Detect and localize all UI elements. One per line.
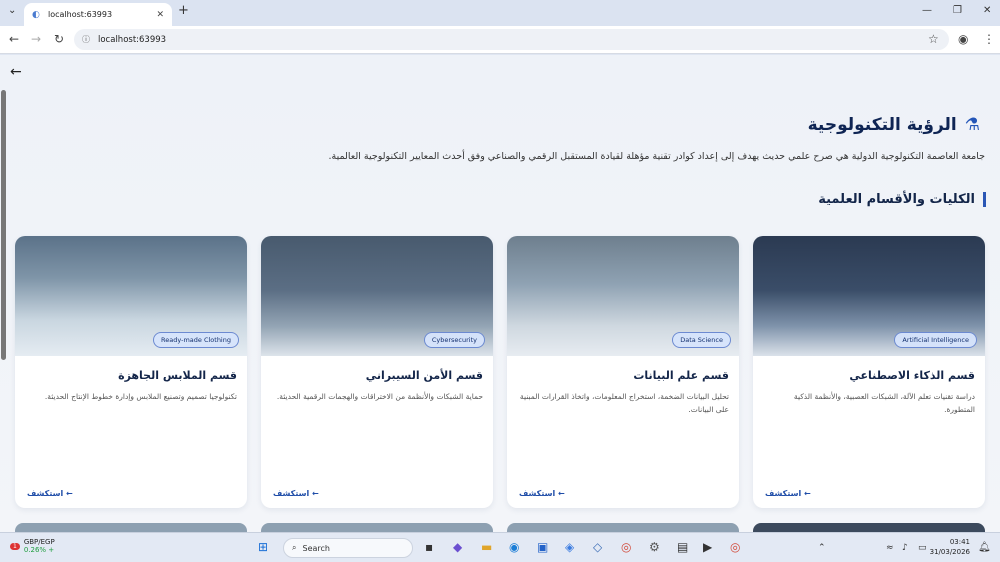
tab-list-icon[interactable]: ⌄ xyxy=(8,5,16,16)
browser-tab[interactable]: ◐ localhost:63993 ✕ xyxy=(24,3,172,26)
card-badge: Cybersecurity xyxy=(423,332,485,348)
card-title: قسم الذكاء الاصطناعي xyxy=(849,369,975,382)
minimize-icon[interactable]: — xyxy=(922,5,932,16)
card-text: تكنولوجيا تصميم وتصنيع الملابس وإدارة خط… xyxy=(44,392,237,401)
card-cybersecurity[interactable]: Cybersecurity قسم الأمن السيبراني حماية … xyxy=(261,236,493,508)
app-icon[interactable]: ◇ xyxy=(593,540,602,554)
menu-kebab-icon[interactable]: ⋮ xyxy=(983,32,995,46)
browser-toolbar: ← → ↻ ⓘ localhost:63993 ☆ ◉ ⋮ xyxy=(0,26,1000,54)
clock-date: 31/03/2026 xyxy=(929,548,970,556)
notifications-bell-icon[interactable]: 🔔︎ xyxy=(978,542,991,553)
browser-tabbar: ⌄ ◐ localhost:63993 ✕ + — ❐ ✕ xyxy=(0,0,1000,26)
wifi-icon[interactable]: ≈ xyxy=(886,543,894,553)
chrome-icon[interactable]: ◎ xyxy=(621,540,631,554)
media-player-icon[interactable]: ▶ xyxy=(703,540,712,554)
card-title: قسم الملابس الجاهزة xyxy=(118,369,237,382)
ticker-widget[interactable]: 1 GBP/EGP 0.26% + xyxy=(10,538,55,554)
vision-description: جامعة العاصمة التكنولوجية الدولية هي صرح… xyxy=(328,151,985,162)
explore-link[interactable]: استكشف ← xyxy=(519,489,565,498)
section-title: الكليات والأقسام العلمية xyxy=(818,192,986,207)
page-back-arrow-icon[interactable]: ← xyxy=(10,64,22,80)
address-text: localhost:63993 xyxy=(98,34,167,45)
chevron-up-icon[interactable]: ⌃ xyxy=(818,543,826,553)
copilot-icon[interactable]: ◆ xyxy=(453,540,462,554)
battery-icon[interactable]: ▭ xyxy=(918,543,927,553)
card-image: Cybersecurity xyxy=(261,236,493,356)
vision-header: ⚗ الرؤية التكنولوجية xyxy=(808,115,980,135)
file-explorer-icon[interactable]: ▬ xyxy=(481,540,492,554)
scrollbar-thumb[interactable] xyxy=(1,90,6,360)
vision-title: الرؤية التكنولوجية xyxy=(807,115,957,135)
clock-time: 03:41 xyxy=(949,538,970,546)
search-label: Search xyxy=(302,543,330,553)
app-icon[interactable]: ◈ xyxy=(565,540,574,554)
windows-start-icon[interactable]: ⊞ xyxy=(258,540,268,554)
terminal-icon[interactable]: ▤ xyxy=(677,540,688,554)
card-peek xyxy=(753,523,985,532)
chrome-active-icon[interactable]: ◎ xyxy=(730,540,740,554)
card-data-science[interactable]: Data Science قسم علم البيانات تحليل البي… xyxy=(507,236,739,508)
close-window-icon[interactable]: ✕ xyxy=(983,5,991,16)
card-text: حماية الشبكات والأنظمة من الاختراقات وال… xyxy=(276,392,483,401)
settings-gear-icon[interactable]: ⚙ xyxy=(649,540,660,554)
back-icon[interactable]: ← xyxy=(9,32,19,46)
task-view-icon[interactable]: ▪ xyxy=(425,540,433,554)
new-tab-icon[interactable]: + xyxy=(178,3,189,18)
explore-link[interactable]: استكشف ← xyxy=(273,489,319,498)
ticker-change: 0.26% + xyxy=(23,546,55,554)
address-bar[interactable]: ⓘ localhost:63993 xyxy=(74,29,949,50)
tab-title: localhost:63993 xyxy=(48,10,113,19)
card-image: Ready-made Clothing xyxy=(15,236,247,356)
maximize-icon[interactable]: ❐ xyxy=(953,5,962,16)
card-badge: Data Science xyxy=(672,332,731,348)
edge-icon[interactable]: ◉ xyxy=(509,540,519,554)
card-clothing[interactable]: Ready-made Clothing قسم الملابس الجاهزة … xyxy=(15,236,247,508)
search-icon: ⌕ xyxy=(292,543,297,552)
explore-link[interactable]: استكشف ← xyxy=(765,489,811,498)
card-badge: Artificial Intelligence xyxy=(894,332,977,348)
profile-icon[interactable]: ◉ xyxy=(958,32,968,46)
close-tab-icon[interactable]: ✕ xyxy=(156,10,164,20)
bookmark-star-icon[interactable]: ☆ xyxy=(928,32,939,46)
page-content: ← ⚗ الرؤية التكنولوجية جامعة العاصمة الت… xyxy=(0,55,1000,532)
card-text: تحليل البيانات الضخمة، استخراج المعلومات… xyxy=(519,392,729,414)
microscope-icon: ⚗ xyxy=(964,115,980,135)
volume-icon[interactable]: ♪ xyxy=(902,543,908,553)
card-peek xyxy=(507,523,739,532)
site-info-icon[interactable]: ⓘ xyxy=(82,34,90,45)
forward-icon[interactable]: → xyxy=(31,32,41,46)
card-title: قسم علم البيانات xyxy=(633,369,729,382)
card-image: Artificial Intelligence xyxy=(753,236,985,356)
card-title: قسم الأمن السيبراني xyxy=(365,369,483,382)
notification-badge: 1 xyxy=(10,542,20,550)
card-image: Data Science xyxy=(507,236,739,356)
system-clock[interactable]: 03:41 31/03/2026 xyxy=(930,537,970,557)
card-badge: Ready-made Clothing xyxy=(153,332,239,348)
card-peek xyxy=(261,523,493,532)
tab-favicon-icon: ◐ xyxy=(32,9,40,20)
card-ai[interactable]: Artificial Intelligence قسم الذكاء الاصط… xyxy=(753,236,985,508)
card-text: دراسة تقنيات تعلم الآلة، الشبكات العصبية… xyxy=(793,392,975,414)
explore-link[interactable]: استكشف ← xyxy=(27,489,73,498)
ticker-name: GBP/EGP xyxy=(23,538,55,546)
store-icon[interactable]: ▣ xyxy=(537,540,548,554)
card-peek xyxy=(15,523,247,532)
taskbar: 1 GBP/EGP 0.26% + ⊞ ⌕ Search ▪ ◆ ▬ ◉ ▣ ◈… xyxy=(0,532,1000,562)
reload-icon[interactable]: ↻ xyxy=(54,32,64,46)
taskbar-search[interactable]: ⌕ Search xyxy=(283,538,413,558)
